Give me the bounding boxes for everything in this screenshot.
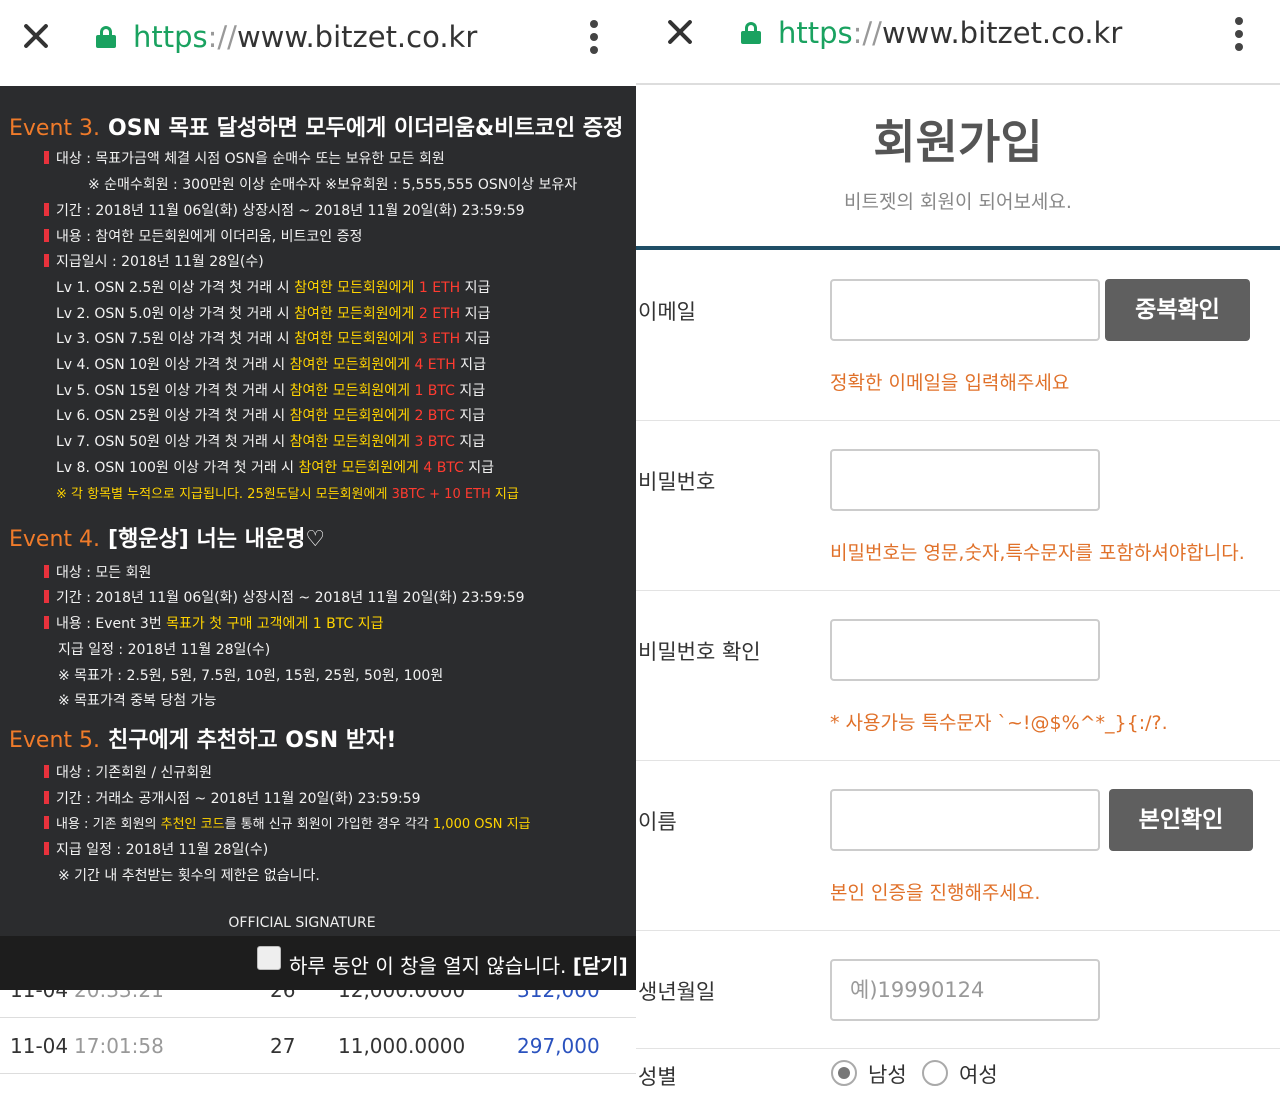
- event-popup: Event 3. OSN 목표 달성하면 모두에게 이더리움&비트코인 증정 대상…: [0, 86, 636, 936]
- gender-male-label: 남성: [868, 1063, 907, 1087]
- event3-heading: OSN 목표 달성하면 모두에게 이더리움&비트코인 증정: [108, 116, 624, 141]
- event4-note-2: ※ 목표가격 중복 당첨 가능: [58, 693, 217, 709]
- more-menu-icon[interactable]: [1234, 17, 1244, 51]
- trade-time: 17:01:58: [74, 1034, 164, 1058]
- event3-level-6: Lv 6. OSN 25원 이상 가격 첫 거래 시 참여한 모든회원에게 2 …: [56, 408, 486, 424]
- event4-content: 내용 : Event 3번 목표가 첫 구매 고객에게 1 BTC 지급: [44, 613, 383, 633]
- browser-url-bar: https://www.bitzet.co.kr: [636, 0, 1280, 84]
- dont-show-text: 하루 동안 이 창을 열지 않습니다. [닫기]: [289, 950, 628, 979]
- trade-price: 297,000: [517, 1034, 600, 1058]
- event4-note-1: ※ 목표가 : 2.5원, 5원, 7.5원, 10원, 15원, 25원, 5…: [58, 668, 444, 684]
- trade-amount: 11,000.0000: [338, 1034, 466, 1058]
- dont-show-checkbox[interactable]: [257, 946, 281, 970]
- event3-level-5: Lv 5. OSN 15원 이상 가격 첫 거래 시 참여한 모든회원에게 1 …: [56, 383, 486, 399]
- url-separator: ://: [852, 16, 882, 50]
- event3-level-1: Lv 1. OSN 2.5원 이상 가격 첫 거래 시 참여한 모든회원에게 1…: [56, 280, 491, 296]
- email-duplicate-check-button[interactable]: 중복확인: [1105, 279, 1250, 341]
- event4-pay-date: 지급 일정 : 2018년 11월 28일(수): [58, 642, 271, 658]
- identity-verify-button[interactable]: 본인확인: [1109, 789, 1253, 851]
- row-divider: [636, 420, 1280, 421]
- password-confirm-label: 비밀번호 확인: [638, 640, 761, 664]
- left-browser-pane: https://www.bitzet.co.kr 11-04 20:33:21 …: [0, 0, 636, 1110]
- close-tab-icon[interactable]: [22, 22, 50, 50]
- url-text[interactable]: https://www.bitzet.co.kr: [133, 20, 477, 54]
- event5-content: 내용 : 기존 회원의 추천인 코드를 통해 신규 회원이 가입한 경우 각각 …: [44, 813, 531, 832]
- birth-field[interactable]: 예)19990124: [830, 959, 1100, 1021]
- event4-target: 대상 : 모든 회원: [44, 562, 151, 582]
- gender-female-radio[interactable]: [922, 1060, 948, 1086]
- password-help-text: 비밀번호는 영문,숫자,특수문자를 포함하셔야합니다.: [830, 542, 1245, 564]
- password-label: 비밀번호: [638, 470, 716, 494]
- dont-show-bar: 하루 동안 이 창을 열지 않습니다. [닫기]: [0, 936, 636, 990]
- lock-icon: [96, 26, 116, 48]
- more-menu-icon[interactable]: [589, 20, 599, 54]
- trade-count: 27: [270, 1034, 296, 1058]
- popup-close-link[interactable]: [닫기]: [573, 954, 628, 978]
- event5-heading: 친구에게 추천하고 OSN 받자!: [108, 728, 397, 753]
- gender-female-label: 여성: [959, 1063, 998, 1087]
- divider: [636, 83, 1280, 85]
- name-label: 이름: [638, 810, 677, 834]
- email-help-text: 정확한 이메일을 입력해주세요: [830, 372, 1070, 394]
- birth-label: 생년월일: [638, 980, 716, 1004]
- password-confirm-field[interactable]: [830, 619, 1100, 681]
- name-help-text: 본인 인증을 진행해주세요.: [830, 882, 1041, 904]
- event4-title: Event 4. [행운상] 너는 내운명♡: [9, 521, 325, 553]
- event3-target-note: ※ 순매수회원 : 300만원 이상 순매수자 ※보유회원 : 5,555,55…: [88, 177, 578, 193]
- page-title: 회원가입: [873, 115, 1043, 169]
- url-host: www.bitzet.co.kr: [881, 16, 1123, 50]
- row-divider: [636, 590, 1280, 591]
- table-row: 11-04 17:01:58 27 11,000.0000 297,000: [0, 1018, 636, 1074]
- dont-show-label: 하루 동안 이 창을 열지 않습니다.: [289, 954, 567, 978]
- event3-level-4: Lv 4. OSN 10원 이상 가격 첫 거래 시 참여한 모든회원에게 4 …: [56, 357, 486, 373]
- right-browser-pane: https://www.bitzet.co.kr 회원가입 비트젯의 회원이 되…: [636, 0, 1280, 1110]
- event5-note: ※ 기간 내 추천받는 횟수의 제한은 없습니다.: [58, 868, 320, 884]
- url-scheme: https: [133, 20, 208, 54]
- page-subtitle: 비트젯의 회원이 되어보세요.: [844, 191, 1072, 213]
- event3-cumulative-note: ※ 각 항목별 누적으로 지급됩니다. 25원도달시 모든회원에게 3BTC +…: [56, 487, 519, 502]
- email-label: 이메일: [638, 300, 696, 324]
- url-text[interactable]: https://www.bitzet.co.kr: [778, 16, 1122, 50]
- password-field[interactable]: [830, 449, 1100, 511]
- lock-icon: [741, 22, 761, 44]
- url-separator: ://: [207, 20, 237, 54]
- row-divider: [636, 1048, 1280, 1049]
- event3-content: 내용 : 참여한 모든회원에게 이더리움, 비트코인 증정: [44, 226, 362, 246]
- event3-level-3: Lv 3. OSN 7.5원 이상 가격 첫 거래 시 참여한 모든회원에게 3…: [56, 331, 491, 347]
- event3-pay-date: 지급일시 : 2018년 11월 28일(수): [44, 251, 264, 271]
- row-divider: [636, 930, 1280, 931]
- event4-period: 기간 : 2018년 11월 06일(화) 상장시점 ~ 2018년 11월 2…: [44, 587, 525, 607]
- event5-number: Event 5.: [9, 728, 101, 753]
- event5-pay-date: 지급 일정 : 2018년 11월 28일(수): [44, 839, 268, 859]
- event3-number: Event 3.: [9, 116, 101, 141]
- event3-period: 기간 : 2018년 11월 06일(화) 상장시점 ~ 2018년 11월 2…: [44, 200, 525, 220]
- event5-target: 대상 : 기존회원 / 신규회원: [44, 762, 212, 782]
- url-scheme: https: [778, 16, 853, 50]
- event4-number: Event 4.: [9, 527, 101, 552]
- gender-male-radio[interactable]: [831, 1060, 857, 1086]
- event3-target: 대상 : 목표가금액 체결 시점 OSN을 순매수 또는 보유한 모든 회원: [44, 148, 445, 168]
- email-field[interactable]: [830, 279, 1100, 341]
- event3-level-8: Lv 8. OSN 100원 이상 가격 첫 거래 시 참여한 모든회원에게 4…: [56, 460, 495, 476]
- official-signature: OFFICIAL SIGNATURE: [228, 915, 376, 931]
- event3-title: Event 3. OSN 목표 달성하면 모두에게 이더리움&비트코인 증정: [9, 110, 623, 142]
- event5-title: Event 5. 친구에게 추천하고 OSN 받자!: [9, 722, 396, 754]
- browser-url-bar: https://www.bitzet.co.kr: [0, 0, 636, 84]
- url-host: www.bitzet.co.kr: [236, 20, 478, 54]
- event5-period: 기간 : 거래소 공개시점 ~ 2018년 11월 20일(화) 23:59:5…: [44, 788, 421, 808]
- row-divider: [636, 760, 1280, 761]
- event3-level-2: Lv 2. OSN 5.0원 이상 가격 첫 거래 시 참여한 모든회원에게 2…: [56, 306, 491, 322]
- name-field[interactable]: [830, 789, 1100, 851]
- close-tab-icon[interactable]: [666, 18, 694, 46]
- trade-date: 11-04: [10, 1034, 69, 1058]
- event3-level-7: Lv 7. OSN 50원 이상 가격 첫 거래 시 참여한 모든회원에게 3 …: [56, 434, 486, 450]
- event4-heading: [행운상] 너는 내운명♡: [108, 527, 326, 552]
- password-confirm-help-text: * 사용가능 특수문자 `~!@$%^*_}{:/?.: [830, 712, 1168, 734]
- title-underline: [636, 246, 1280, 250]
- gender-label: 성별: [638, 1065, 677, 1089]
